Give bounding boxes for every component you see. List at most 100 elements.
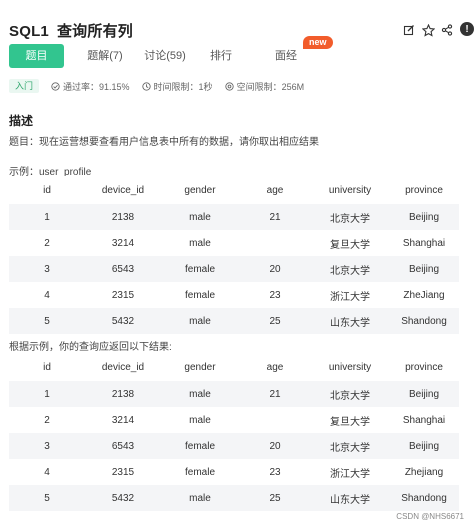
- column-header-id: id: [9, 353, 85, 381]
- table-cell: 20: [239, 256, 311, 282]
- space-limit-text: 空间限制：256M: [236, 81, 305, 92]
- table-cell: male: [161, 204, 239, 230]
- edit-icon[interactable]: [400, 22, 418, 38]
- table-cell: 5: [9, 485, 85, 511]
- table-cell: Shandong: [389, 485, 459, 511]
- pass-rate-text: 通过率：91.15%: [63, 81, 130, 92]
- info-icon[interactable]: !: [460, 22, 474, 36]
- description-heading: 描述: [9, 114, 34, 128]
- table-cell: 5432: [85, 308, 161, 334]
- table-cell: Beijing: [389, 433, 459, 459]
- table-cell: 6543: [85, 433, 161, 459]
- column-header-province: province: [389, 353, 459, 381]
- table-row: 2 3214 male 复旦大学 Shanghai: [9, 407, 459, 433]
- table-row: 4 2315 female 23 浙江大学 ZheJiang: [9, 282, 459, 308]
- watermark: CSDN @NHS6671: [396, 512, 464, 521]
- table-cell: Zhejiang: [404, 466, 444, 478]
- table-cell: male: [189, 237, 211, 249]
- problem-tabs: 题目 题解(7) 讨论(59) 排行 面经 new: [9, 36, 469, 68]
- column-header-age: age: [239, 176, 311, 204]
- table-cell: ZheJiang: [403, 289, 445, 301]
- table-cell: male: [189, 414, 211, 426]
- table-cell: 2138: [85, 381, 161, 407]
- example-table: id device_id gender age university province 1…: [9, 176, 459, 334]
- table-cell: 2315: [111, 466, 135, 478]
- new-badge: new: [303, 36, 333, 49]
- result-label: 根据示例，你的查询应返回以下结果:: [9, 342, 172, 353]
- table-cell: 2: [44, 414, 50, 426]
- space-limit: 空间限制：256M: [224, 80, 305, 93]
- clock-icon: [141, 81, 151, 91]
- table-cell: 4: [44, 466, 50, 478]
- column-header-age: age: [239, 353, 311, 381]
- table-cell: 山东大学: [311, 485, 389, 511]
- page-title: SQL1 查询所有列: [9, 20, 133, 41]
- table-cell: 5432: [85, 485, 161, 511]
- check-circle-icon: [51, 81, 60, 91]
- time-limit-text: 时间限制：1秒: [153, 81, 213, 92]
- table-cell: male: [161, 485, 239, 511]
- table-row: 2 3214 male 复旦大学 Shanghai: [9, 230, 459, 256]
- table-cell: [239, 407, 311, 433]
- table-row: 1 2138 male 21 北京大学 Beijing: [9, 381, 459, 407]
- column-header-gender: gender: [161, 353, 239, 381]
- table-cell: [239, 230, 311, 256]
- column-header-device-id: device_id: [85, 353, 161, 381]
- table-cell: male: [161, 308, 239, 334]
- table-cell: 山东大学: [311, 308, 389, 334]
- table-cell: 2315: [111, 289, 135, 301]
- table-row: 3 6543 female 20 北京大学 Beijing: [9, 256, 459, 282]
- table-cell: 北京大学: [311, 381, 389, 407]
- table-cell: 6543: [85, 256, 161, 282]
- column-header-university: university: [311, 176, 389, 204]
- title-prefix: SQL1: [9, 23, 49, 40]
- table-cell: Shandong: [389, 308, 459, 334]
- table-row: 4 2315 female 23 浙江大学 Zhejiang: [9, 459, 459, 485]
- tab-ranking[interactable]: 排行: [197, 44, 245, 68]
- table-row: 1 2138 male 21 北京大学 Beijing: [9, 204, 459, 230]
- difficulty-badge: 入门: [9, 79, 40, 93]
- table-cell: 复旦大学: [330, 416, 370, 428]
- table-cell: 23: [269, 289, 281, 301]
- table-row: 3 6543 female 20 北京大学 Beijing: [9, 433, 459, 459]
- time-limit: 时间限制：1秒: [141, 80, 213, 93]
- star-icon[interactable]: [419, 22, 437, 38]
- problem-meta: 入门 通过率：91.15% 时间限制：1秒 空间限制：256M: [9, 78, 316, 94]
- column-header-device-id: device_id: [85, 176, 161, 204]
- table-cell: Beijing: [389, 256, 459, 282]
- column-header-id: id: [9, 176, 85, 204]
- table-cell: 3214: [111, 414, 135, 426]
- title-text: 查询所有列: [56, 23, 133, 40]
- table-cell: 复旦大学: [330, 239, 370, 251]
- table-cell: male: [161, 381, 239, 407]
- column-header-gender: gender: [161, 176, 239, 204]
- problem-header: SQL1 查询所有列 ! 题目 题解(7) 讨论(59) 排行 面经 new 入门…: [0, 0, 474, 94]
- tab-discussion[interactable]: 讨论(59): [133, 44, 197, 68]
- table-cell: female: [161, 433, 239, 459]
- table-row: 5 5432 male 25 山东大学 Shandong: [9, 308, 459, 334]
- table-cell: 20: [239, 433, 311, 459]
- table-cell: 23: [269, 466, 281, 478]
- table-cell: 3: [9, 433, 85, 459]
- column-header-province: province: [389, 176, 459, 204]
- table-cell: female: [184, 289, 215, 301]
- table-cell: 北京大学: [311, 256, 389, 282]
- table-header-row: id device_id gender age university province: [9, 176, 459, 204]
- table-cell: 2: [44, 237, 50, 249]
- table-cell: 北京大学: [311, 204, 389, 230]
- table-cell: 浙江大学: [330, 291, 370, 303]
- tab-problem[interactable]: 题目: [9, 44, 64, 68]
- table-cell: 1: [9, 204, 85, 230]
- table-cell: 3: [9, 256, 85, 282]
- table-cell: 浙江大学: [330, 468, 370, 480]
- table-cell: 5: [9, 308, 85, 334]
- share-icon[interactable]: [438, 22, 456, 38]
- pass-rate: 通过率：91.15%: [51, 80, 130, 93]
- tab-solutions[interactable]: 题解(7): [77, 44, 133, 68]
- table-cell: 3214: [111, 237, 135, 249]
- table-cell: female: [161, 256, 239, 282]
- table-cell: 25: [239, 308, 311, 334]
- table-cell: 1: [9, 381, 85, 407]
- table-cell: 21: [239, 381, 311, 407]
- table-cell: 2138: [85, 204, 161, 230]
